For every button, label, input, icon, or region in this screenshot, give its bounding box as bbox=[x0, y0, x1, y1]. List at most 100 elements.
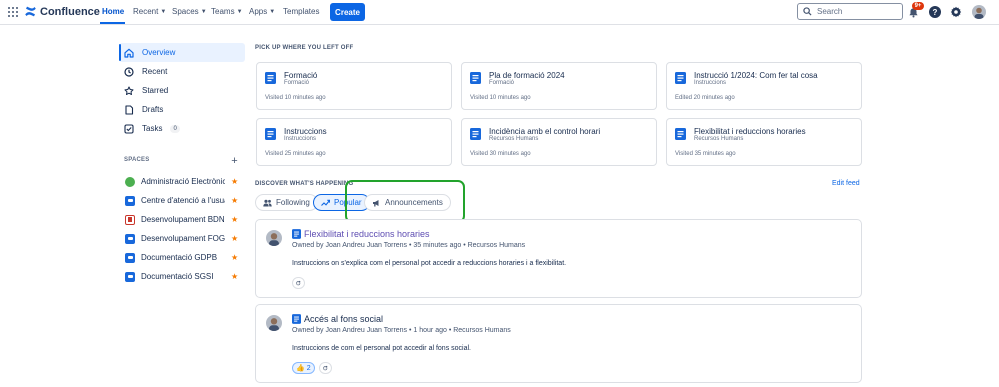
home-icon bbox=[124, 48, 134, 58]
page-icon bbox=[470, 128, 481, 140]
feed-item-title[interactable]: Flexibilitat i reduccions horaries bbox=[292, 229, 430, 239]
recent-card[interactable]: Incidència amb el control horari Recurso… bbox=[461, 118, 657, 166]
annotation-highlight-box bbox=[345, 180, 465, 223]
tab-following[interactable]: Following bbox=[255, 194, 318, 211]
card-title: Instruccions bbox=[284, 127, 327, 136]
sidebar-item-label: Drafts bbox=[142, 105, 164, 114]
settings-button[interactable] bbox=[949, 5, 963, 19]
nav-templates[interactable]: Templates bbox=[283, 7, 319, 16]
feed-item-title[interactable]: Accés al fons social bbox=[292, 314, 383, 324]
profile-avatar[interactable] bbox=[972, 5, 986, 19]
app-switcher-icon[interactable] bbox=[8, 7, 18, 17]
add-reaction-button[interactable] bbox=[292, 277, 305, 289]
card-space: Recursos Humans bbox=[489, 136, 539, 142]
space-name: Documentació SGSI bbox=[141, 272, 214, 281]
sidebar-item-starred[interactable]: Starred bbox=[119, 81, 245, 100]
card-space: Recursos Humans bbox=[694, 136, 744, 142]
document-space-icon bbox=[125, 214, 135, 225]
sidebar-item-recent[interactable]: Recent bbox=[119, 62, 245, 81]
nav-templates-label: Templates bbox=[283, 7, 320, 16]
nav-spaces[interactable]: Spaces ▼ bbox=[172, 7, 207, 16]
space-name: Documentació GDPB bbox=[141, 253, 218, 262]
space-name: Administració Electrònic... bbox=[141, 177, 225, 186]
star-icon[interactable]: ★ bbox=[231, 215, 238, 224]
card-title: Incidència amb el control horari bbox=[489, 127, 601, 136]
recent-card[interactable]: Flexibilitat i reduccions horaries Recur… bbox=[666, 118, 862, 166]
sidebar-space-administracio[interactable]: Administració Electrònic... ★ bbox=[119, 172, 245, 191]
add-reaction-icon bbox=[323, 365, 328, 371]
globe-space-icon bbox=[125, 176, 135, 187]
feed-item-excerpt: Instruccions de com el personal pot acce… bbox=[292, 345, 471, 352]
card-visited: Visited 10 minutes ago bbox=[470, 95, 531, 101]
reaction-count: 2 bbox=[306, 364, 311, 372]
clock-icon bbox=[124, 66, 134, 77]
feed-item-title-text: Flexibilitat i reduccions horaries bbox=[304, 229, 430, 239]
sidebar-space-documentacio-sgsi[interactable]: Documentació SGSI ★ bbox=[119, 267, 245, 286]
page-icon bbox=[675, 128, 686, 140]
card-space: Instruccions bbox=[694, 80, 727, 86]
card-title: Pla de formació 2024 bbox=[489, 71, 565, 80]
sidebar-space-centre-atencio[interactable]: Centre d'atenció a l'usuari ★ bbox=[119, 191, 245, 210]
nav-home[interactable]: Home bbox=[102, 7, 124, 16]
notifications-badge: 9+ bbox=[912, 2, 924, 10]
star-outline-icon bbox=[124, 86, 134, 95]
feed-item[interactable]: Accés al fons social Owned by Joan Andre… bbox=[255, 304, 862, 383]
create-button[interactable]: Create bbox=[330, 3, 365, 21]
feed-item[interactable]: Flexibilitat i reduccions horaries Owned… bbox=[255, 219, 862, 298]
card-visited: Visited 30 minutes ago bbox=[470, 151, 531, 157]
recent-card[interactable]: Instruccions Instruccions Visited 25 min… bbox=[256, 118, 452, 166]
recent-card[interactable]: Formació Formació Visited 10 minutes ago bbox=[256, 62, 452, 110]
add-space-button[interactable]: + bbox=[229, 155, 240, 167]
star-icon[interactable]: ★ bbox=[231, 177, 238, 186]
card-visited: Edited 20 minutes ago bbox=[675, 95, 735, 101]
feed-item-excerpt: Instruccions on s'explica com el persona… bbox=[292, 260, 567, 267]
sidebar-space-desenvolupament-fog[interactable]: Desenvolupament FOG... ★ bbox=[119, 229, 245, 248]
help-icon: ? bbox=[929, 6, 941, 18]
help-button[interactable]: ? bbox=[928, 5, 942, 19]
sidebar-space-documentacio-gdpb[interactable]: Documentació GDPB ★ bbox=[119, 248, 245, 267]
sidebar-item-label: Tasks bbox=[142, 124, 163, 133]
thumbs-up-reaction-button[interactable]: 👍 2 bbox=[292, 362, 315, 374]
spaces-header: SPACES bbox=[124, 157, 150, 163]
nav-teams[interactable]: Teams ▼ bbox=[211, 7, 243, 16]
recent-card[interactable]: Pla de formació 2024 Formació Visited 10… bbox=[461, 62, 657, 110]
sidebar-item-drafts[interactable]: Drafts bbox=[119, 100, 245, 119]
star-icon[interactable]: ★ bbox=[231, 196, 238, 205]
sidebar-item-tasks[interactable]: Tasks 0 bbox=[119, 119, 245, 138]
author-avatar[interactable] bbox=[266, 315, 282, 331]
star-icon[interactable]: ★ bbox=[231, 234, 238, 243]
nav-recent[interactable]: Recent ▼ bbox=[133, 7, 166, 16]
edit-feed-link[interactable]: Edit feed bbox=[832, 180, 860, 187]
sidebar-space-desenvolupament-bdns[interactable]: Desenvolupament BDNS ★ bbox=[119, 210, 245, 229]
nav-teams-label: Teams bbox=[211, 7, 235, 16]
pickup-section-header: PICK UP WHERE YOU LEFT OFF bbox=[255, 45, 354, 51]
user-avatar-icon bbox=[266, 315, 282, 331]
sidebar-item-overview[interactable]: Overview bbox=[119, 43, 245, 62]
recent-card[interactable]: Instrucció 1/2024: Com fer tal cosa Inst… bbox=[666, 62, 862, 110]
nav-apps[interactable]: Apps ▼ bbox=[249, 7, 275, 16]
search-box[interactable] bbox=[797, 3, 903, 20]
space-name: Desenvolupament BDNS bbox=[141, 215, 225, 224]
page-icon bbox=[265, 72, 276, 84]
page-icon bbox=[292, 229, 301, 239]
star-icon[interactable]: ★ bbox=[231, 253, 238, 262]
chevron-down-icon: ▼ bbox=[269, 8, 276, 15]
gear-icon bbox=[950, 6, 962, 18]
space-icon bbox=[125, 252, 135, 263]
sidebar-item-label: Recent bbox=[142, 67, 168, 76]
chevron-down-icon: ▼ bbox=[236, 8, 243, 15]
star-icon[interactable]: ★ bbox=[231, 272, 238, 281]
tasks-count-badge: 0 bbox=[170, 124, 180, 133]
task-icon bbox=[124, 123, 134, 134]
confluence-logo[interactable]: Confluence bbox=[24, 5, 100, 18]
search-input[interactable] bbox=[817, 7, 897, 16]
tab-label: Following bbox=[276, 198, 310, 207]
sidebar-item-label: Overview bbox=[142, 48, 176, 57]
space-name: Desenvolupament FOG... bbox=[141, 234, 225, 243]
feed-item-meta: Owned by Joan Andreu Juan Torrens • 1 ho… bbox=[292, 327, 511, 334]
author-avatar[interactable] bbox=[266, 230, 282, 246]
space-name: Centre d'atenció a l'usuari bbox=[141, 196, 225, 205]
add-reaction-button[interactable] bbox=[319, 362, 332, 374]
sidebar-selected-indicator bbox=[119, 44, 121, 61]
feed-item-meta: Owned by Joan Andreu Juan Torrens • 35 m… bbox=[292, 242, 526, 249]
